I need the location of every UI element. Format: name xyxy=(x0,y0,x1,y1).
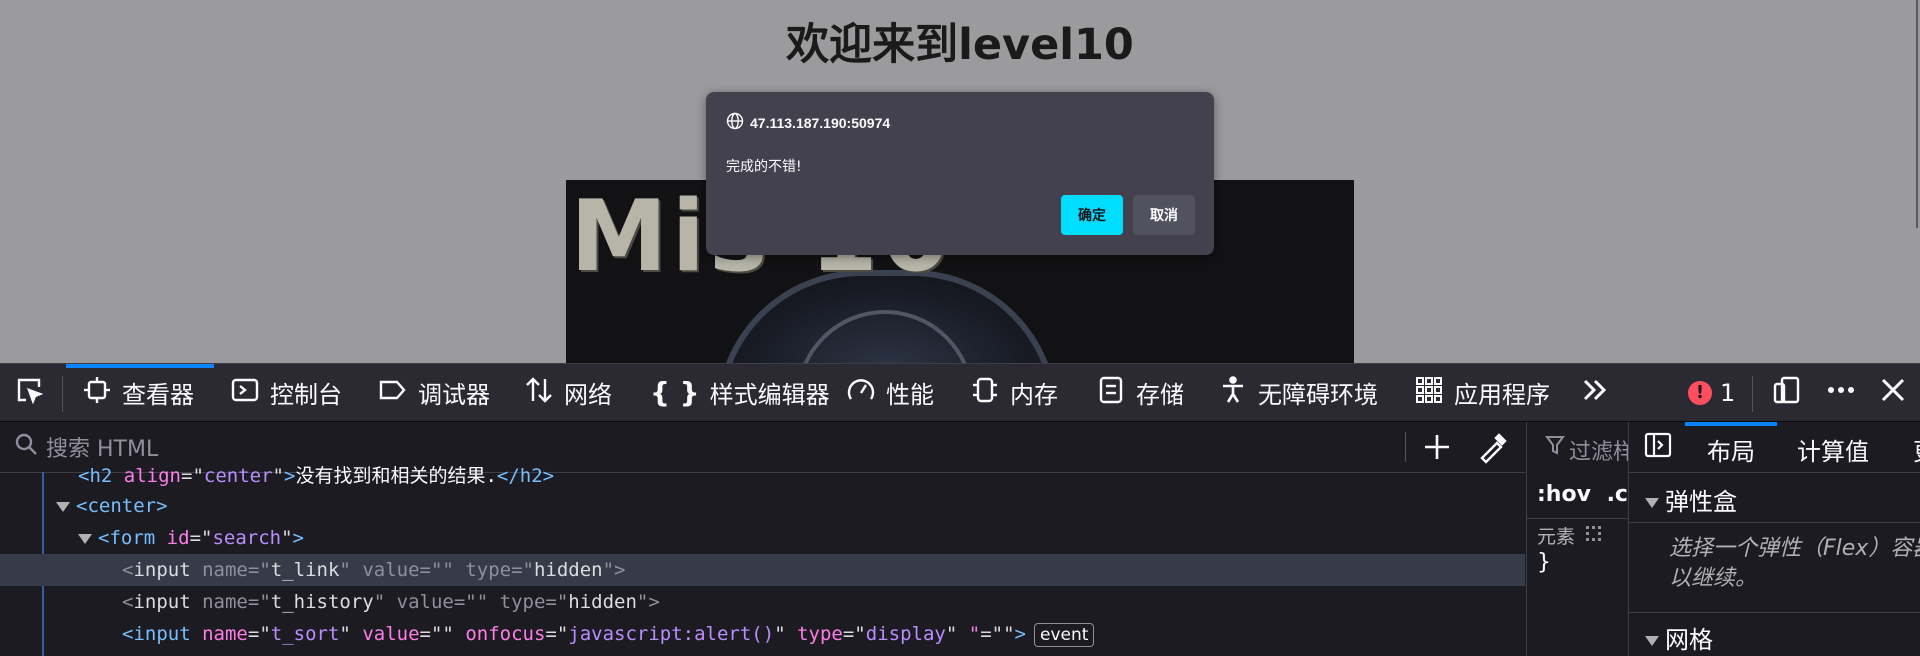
more-dots-icon xyxy=(1826,375,1856,411)
devtools-toolbar: 查看器 控制台 调试器 网络 { } 样式编辑器 性能 内存 存储 无障碍环境 … xyxy=(0,363,1920,422)
debugger-icon xyxy=(378,375,408,411)
element-picker-button[interactable] xyxy=(14,364,44,421)
expand-triangle-icon xyxy=(1645,636,1659,646)
rules-panel: 过滤样式 :hov .cls 元素 } xyxy=(1526,422,1628,656)
rule-closing-brace: } xyxy=(1537,550,1551,575)
filter-styles-input[interactable]: 过滤样式 xyxy=(1545,434,1628,466)
tab-layout[interactable]: 布局 xyxy=(1707,432,1755,467)
tab-label: 调试器 xyxy=(418,381,490,409)
toolbar-separator xyxy=(1405,432,1406,462)
expand-triangle-icon[interactable] xyxy=(56,501,70,512)
tab-changes[interactable]: 更改 xyxy=(1913,432,1920,467)
alert-dialog: 47.113.187.190:50974 完成的不错! 确定 取消 xyxy=(706,92,1214,255)
tab-label: 控制台 xyxy=(270,381,342,409)
application-icon xyxy=(1414,375,1444,411)
tab-network[interactable]: 网络 xyxy=(524,364,612,421)
toggle-sidebar-button[interactable] xyxy=(1643,430,1673,466)
rules-divider xyxy=(1527,518,1628,519)
tab-label: 内存 xyxy=(1010,381,1058,409)
close-devtools-button[interactable] xyxy=(1878,364,1908,421)
style-editor-icon: { } xyxy=(650,376,700,409)
tab-accessibility[interactable]: 无障碍环境 xyxy=(1218,364,1378,421)
more-tools-button[interactable] xyxy=(1580,364,1610,421)
close-icon xyxy=(1878,375,1908,411)
memory-icon xyxy=(970,375,1000,411)
toolbar-separator xyxy=(62,376,63,412)
tree-node-h2[interactable]: <h2 align="center">没有找到和相关的结果.</h2> xyxy=(0,460,1525,492)
expand-triangle-icon xyxy=(1645,498,1659,508)
search-input[interactable]: 搜索 HTML xyxy=(46,431,158,463)
accessibility-icon xyxy=(1218,375,1248,411)
console-icon xyxy=(230,375,260,411)
tab-application[interactable]: 应用程序 xyxy=(1414,364,1550,421)
tree-node-center[interactable]: <center> xyxy=(0,490,1525,522)
dialog-origin: 47.113.187.190:50974 xyxy=(726,112,890,133)
element-picker-icon xyxy=(14,375,44,411)
tab-label: 无障碍环境 xyxy=(1258,381,1378,409)
globe-icon xyxy=(726,112,744,133)
flexbox-hint: 选择一个弹性（Flex）容器 以继续。 xyxy=(1669,536,1920,591)
tab-memory[interactable]: 内存 xyxy=(970,364,1058,421)
tab-computed[interactable]: 计算值 xyxy=(1797,432,1869,467)
sidebar-tabs: 布局 计算值 更改 xyxy=(1629,422,1920,473)
filter-placeholder: 过滤样式 xyxy=(1569,440,1628,465)
dialog-message: 完成的不错! xyxy=(726,159,802,175)
dock-options-button[interactable] xyxy=(1772,364,1802,421)
double-chevron-right-icon xyxy=(1580,375,1610,411)
dialog-origin-text: 47.113.187.190:50974 xyxy=(750,114,891,131)
section-divider xyxy=(1629,612,1920,613)
error-icon: ! xyxy=(1688,380,1712,405)
layout-panel: 布局 计算值 更改 弹性盒 选择一个弹性（Flex）容器 以继续。 网格 xyxy=(1628,422,1920,656)
inspector-icon xyxy=(82,375,112,411)
options-menu-button[interactable] xyxy=(1826,364,1856,421)
pseudo-class-toggles[interactable]: :hov .cls xyxy=(1537,482,1628,507)
tab-debugger[interactable]: 调试器 xyxy=(378,364,490,421)
tab-inspector[interactable]: 查看器 xyxy=(82,364,194,421)
tab-label: 样式编辑器 xyxy=(709,381,830,409)
grid-dots-icon[interactable] xyxy=(1585,526,1603,548)
network-icon xyxy=(524,375,554,411)
toolbar-separator xyxy=(1752,376,1753,412)
tree-node-form[interactable]: <form id="search"> xyxy=(0,522,1525,554)
tab-storage[interactable]: 存储 xyxy=(1096,364,1184,421)
ok-button[interactable]: 确定 xyxy=(1061,195,1123,235)
error-count-button[interactable]: ! 1 xyxy=(1688,364,1735,421)
tab-label: 性能 xyxy=(886,381,934,409)
performance-icon xyxy=(846,375,876,411)
tab-label: 应用程序 xyxy=(1454,381,1550,409)
tab-label: 存储 xyxy=(1136,381,1184,409)
section-divider xyxy=(1629,522,1920,523)
error-count: 1 xyxy=(1720,378,1736,407)
tab-performance[interactable]: 性能 xyxy=(846,364,934,421)
markup-view: 搜索 HTML <h2 align="center">没有找到和相关的结果.</… xyxy=(0,422,1525,656)
tab-label: 查看器 xyxy=(122,381,194,409)
storage-icon xyxy=(1096,375,1126,411)
tree-node-input-t-link[interactable]: <input name="t_link" value="" type="hidd… xyxy=(0,554,1525,586)
page-scrollbar[interactable] xyxy=(1916,0,1918,228)
tab-style-editor[interactable]: { } 样式编辑器 xyxy=(650,364,830,421)
page-heading: 欢迎来到level10 xyxy=(786,20,1134,70)
cancel-button[interactable]: 取消 xyxy=(1133,195,1195,235)
tree-node-input-t-sort[interactable]: <input name="t_sort" value="" onfocus="j… xyxy=(0,618,1525,650)
tree-node-input-t-history[interactable]: <input name="t_history" value="" type="h… xyxy=(0,586,1525,618)
flexbox-section-header[interactable]: 弹性盒 xyxy=(1645,482,1737,517)
active-tab-indicator xyxy=(1685,422,1777,426)
event-badge[interactable]: event xyxy=(1033,622,1095,647)
tab-label: 网络 xyxy=(564,381,612,409)
element-rule-selector: 元素 xyxy=(1537,522,1603,549)
dock-side-icon xyxy=(1772,375,1802,411)
expand-triangle-icon[interactable] xyxy=(78,533,92,544)
tab-console[interactable]: 控制台 xyxy=(230,364,342,421)
search-icon xyxy=(14,432,38,462)
grid-section-header[interactable]: 网格 xyxy=(1645,620,1713,655)
filter-icon xyxy=(1545,434,1565,466)
